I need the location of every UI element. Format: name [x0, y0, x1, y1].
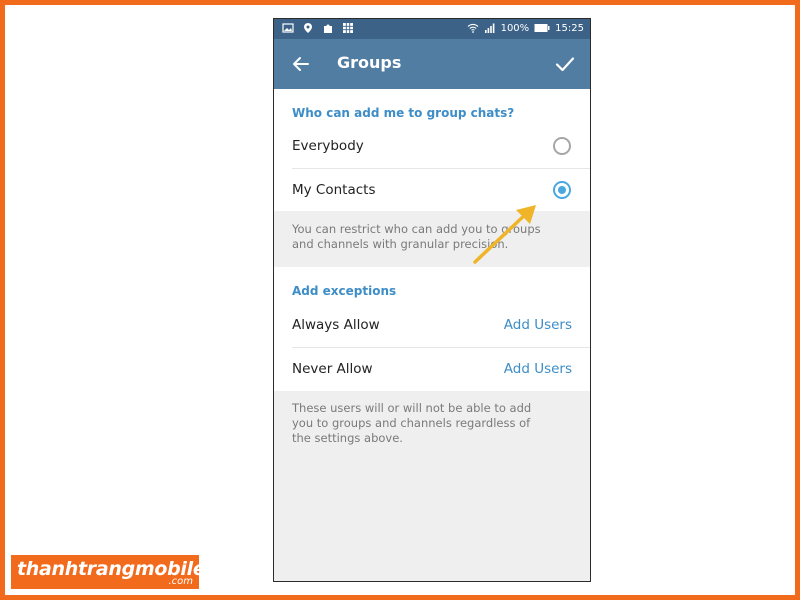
radio-checked-icon[interactable]: [553, 181, 571, 199]
option-label: Everybody: [292, 138, 364, 154]
brand-domain: .com: [168, 576, 193, 587]
wifi-icon: [467, 23, 478, 33]
battery-icon: [534, 24, 550, 32]
row-label: Always Allow: [292, 317, 380, 333]
exceptions-header: Add exceptions: [292, 284, 397, 298]
exceptions-info: These users will or will not be able to …: [292, 401, 532, 445]
arrow-left-icon[interactable]: [288, 51, 314, 77]
option-label: My Contacts: [292, 182, 376, 198]
page-title: Groups: [337, 53, 402, 72]
row-always-allow[interactable]: Always Allow Add Users: [274, 303, 590, 347]
row-never-allow[interactable]: Never Allow Add Users: [274, 347, 590, 391]
status-bar: 100% 15:25: [274, 19, 590, 39]
status-time: 15:25: [555, 22, 584, 34]
privacy-section: Who can add me to group chats? Everybody…: [274, 89, 590, 211]
brand-watermark: thanhtrangmobile .com: [11, 555, 206, 589]
arrow-pointer-icon: [473, 205, 536, 264]
add-users-button[interactable]: Add Users: [504, 317, 572, 333]
radio-unchecked-icon[interactable]: [553, 137, 571, 155]
app-bar: Groups: [274, 39, 590, 89]
exceptions-section: Add exceptions Always Allow Add Users Ne…: [274, 267, 590, 391]
row-label: Never Allow: [292, 361, 373, 377]
image-icon: [282, 23, 294, 33]
location-icon: [304, 23, 312, 33]
option-everybody[interactable]: Everybody: [274, 124, 590, 168]
grid-icon: [343, 23, 353, 33]
checkmark-icon[interactable]: [552, 51, 578, 77]
phone-screen: 100% 15:25 Groups Who can add me to grou…: [273, 18, 591, 582]
signal-icon: [484, 23, 494, 33]
add-users-button[interactable]: Add Users: [504, 361, 572, 377]
puzzle-icon: [324, 24, 332, 33]
privacy-header: Who can add me to group chats?: [292, 106, 515, 120]
battery-percent: 100%: [500, 22, 530, 34]
